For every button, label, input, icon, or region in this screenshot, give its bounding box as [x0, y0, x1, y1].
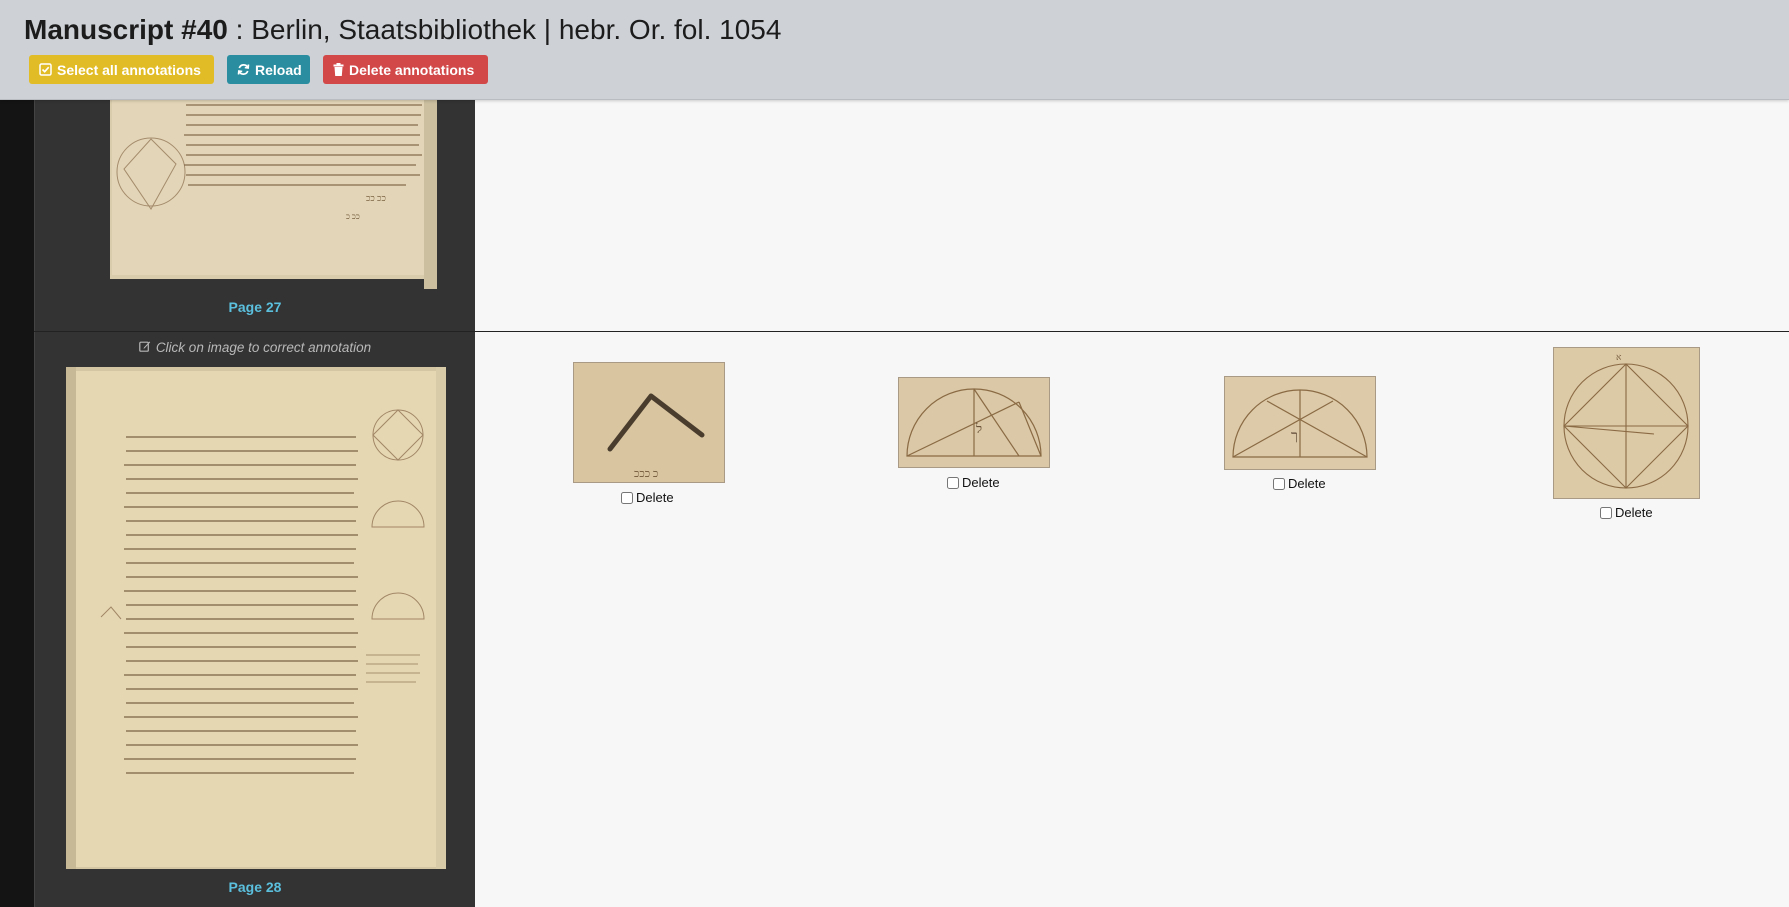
annotation-3-thumbnail[interactable]: ך — [1224, 376, 1376, 470]
annotation-1-delete-checkbox[interactable] — [621, 491, 633, 504]
annotation-3-delete-checkbox[interactable] — [1273, 477, 1285, 490]
annotation-1-delete-label: Delete — [636, 490, 674, 505]
annotation-2-thumbnail[interactable]: ל — [898, 377, 1050, 468]
annotation-2-delete[interactable]: Delete — [947, 475, 1000, 490]
svg-text:ך: ך — [1291, 429, 1298, 444]
annotation-2-delete-label: Delete — [962, 475, 1000, 490]
page-27-scan[interactable]: ככ ככ ככ כ — [76, 99, 447, 289]
reload-button[interactable]: Reload — [227, 55, 310, 84]
manuscript-number: Manuscript #40 — [24, 14, 228, 45]
select-all-label: Select all annotations — [57, 61, 201, 78]
left-strip — [0, 99, 34, 907]
svg-text:ככ כ: ככ כ — [346, 212, 360, 221]
page-sidebar: ככ ככ ככ כ Page 27 Click on image to cor… — [34, 99, 475, 907]
svg-text:ככ ככ: ככ ככ — [366, 193, 386, 203]
page-27-link[interactable]: Page 27 — [35, 299, 475, 315]
row-divider — [34, 331, 1789, 332]
svg-text:ל: ל — [975, 421, 982, 436]
svg-text:א: א — [1616, 352, 1622, 362]
trash-icon — [333, 63, 344, 76]
page-28-link[interactable]: Page 28 — [35, 879, 475, 895]
correct-annotation-hint: Click on image to correct annotation — [35, 340, 475, 355]
page-27-block: ככ ככ ככ כ Page 27 — [35, 99, 475, 331]
page-title: Manuscript #40 : Berlin, Staatsbibliothe… — [24, 14, 781, 46]
annotation-1-delete[interactable]: Delete — [621, 490, 674, 505]
app-header: Manuscript #40 : Berlin, Staatsbibliothe… — [0, 0, 1789, 100]
reload-label: Reload — [255, 61, 302, 78]
annotation-4-delete[interactable]: Delete — [1600, 505, 1653, 520]
annotation-3-delete[interactable]: Delete — [1273, 476, 1326, 491]
annotation-4-delete-label: Delete — [1615, 505, 1653, 520]
check-square-icon — [39, 63, 52, 76]
correct-annotation-hint-text: Click on image to correct annotation — [155, 340, 372, 355]
refresh-icon — [237, 63, 250, 76]
delete-annotations-button[interactable]: Delete annotations — [323, 55, 488, 84]
page-28-scan[interactable] — [66, 367, 446, 869]
manuscript-source: : Berlin, Staatsbibliothek | hebr. Or. f… — [227, 14, 782, 45]
annotation-2-delete-checkbox[interactable] — [947, 476, 959, 489]
annotation-4-thumbnail[interactable]: א — [1553, 347, 1700, 499]
edit-icon — [139, 340, 151, 355]
toolbar: Select all annotations Reload Delete ann… — [29, 55, 501, 84]
annotation-3-delete-label: Delete — [1288, 476, 1326, 491]
annotation-4-delete-checkbox[interactable] — [1600, 506, 1612, 519]
select-all-annotations-button[interactable]: Select all annotations — [29, 55, 214, 84]
annotation-1-thumbnail[interactable]: כ כככ — [573, 362, 725, 483]
delete-annotations-label: Delete annotations — [349, 61, 475, 78]
svg-text:כ כככ: כ כככ — [634, 468, 658, 480]
